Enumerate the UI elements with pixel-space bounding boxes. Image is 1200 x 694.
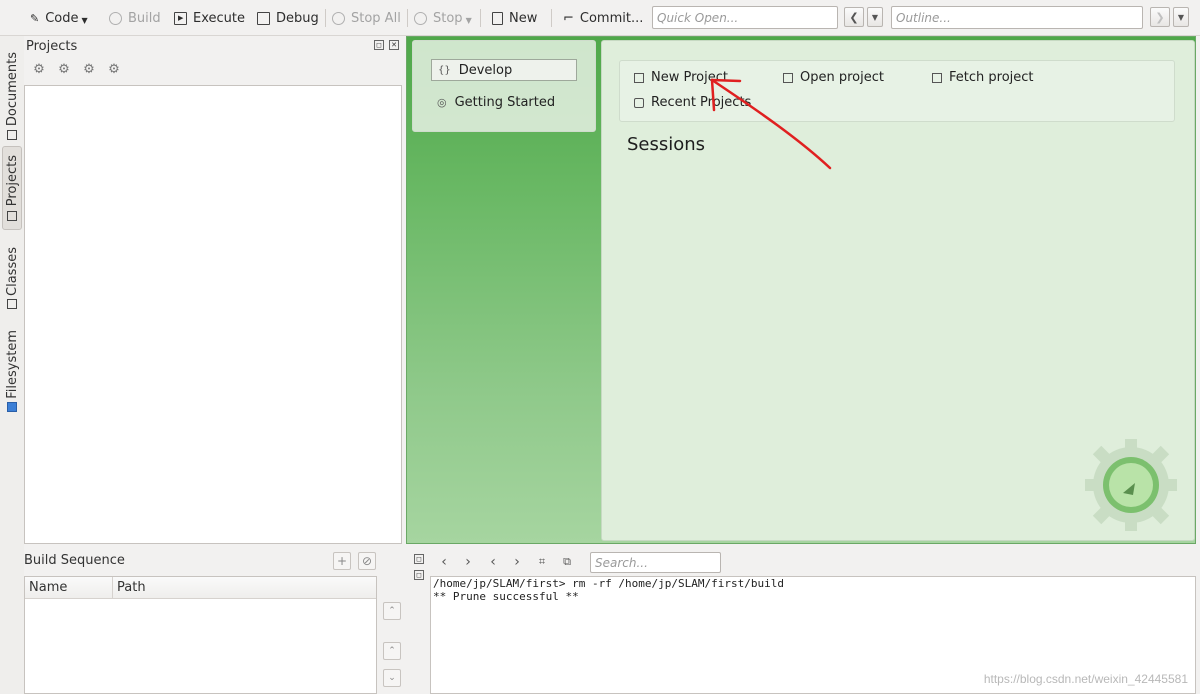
new-icon	[492, 11, 503, 25]
toolbar-divider	[407, 9, 408, 27]
move-top-icon[interactable]: ⌃	[383, 602, 401, 620]
install-project-icon[interactable]: ⚙	[57, 63, 71, 77]
back-button[interactable]: ❮	[844, 7, 864, 27]
projects-panel-title: Projects	[26, 39, 78, 54]
nav-develop[interactable]: {} Develop	[431, 59, 577, 81]
close-panel-icon[interactable]: ◻	[414, 570, 424, 580]
classes-icon	[7, 299, 17, 310]
build-project-icon[interactable]: ⚙	[32, 63, 46, 77]
documents-icon	[7, 130, 17, 141]
kdevelop-logo-icon	[1085, 439, 1177, 531]
chevron-right-icon: ❯	[1155, 10, 1165, 24]
projects-icon	[7, 210, 17, 221]
chevron-down-icon: ▼	[871, 12, 879, 22]
projects-panel: Projects ◻ ✕ ⚙ ⚙ ⚙ ⚙	[24, 36, 404, 546]
toolbar-divider	[325, 9, 326, 27]
nav-getting-started[interactable]: ◎ Getting Started	[437, 95, 555, 110]
tab-classes[interactable]: Classes	[2, 242, 22, 314]
output-search-input[interactable]	[590, 552, 721, 573]
main-toolbar: ✎ Code ▼ Build ▶ Execute Debug Stop All S…	[0, 0, 1200, 36]
build-sequence-table: Name Path	[24, 576, 377, 694]
copy-output-icon[interactable]: ⧉	[559, 554, 575, 570]
float-panel-icon[interactable]: ◻	[374, 40, 384, 50]
column-header-path[interactable]: Path	[113, 577, 376, 599]
recent-projects-button[interactable]: Recent Projects	[634, 95, 751, 110]
toolbar-divider	[480, 9, 481, 27]
add-icon[interactable]: +	[333, 552, 351, 570]
select-activated-icon[interactable]: ⌗	[534, 554, 550, 570]
quick-open-input[interactable]	[652, 6, 838, 29]
new-project-icon	[634, 72, 644, 83]
history-dropdown[interactable]: ▼	[867, 7, 883, 27]
commit-button[interactable]: ⌐ Commit...	[563, 7, 643, 29]
debug-button[interactable]: Debug	[257, 7, 319, 29]
stop-button[interactable]: Stop ▼	[414, 7, 472, 29]
code-icon: ✎	[30, 11, 40, 25]
sessions-heading: Sessions	[627, 134, 706, 155]
braces-icon: {}	[438, 64, 451, 76]
commit-icon: ⌐	[563, 10, 574, 26]
build-sequence-panel: Build Sequence + ⊘ Name Path ⌃ ⌃ ⌄	[24, 550, 406, 694]
output-line: /home/jp/SLAM/first> rm -rf /home/jp/SLA…	[433, 577, 784, 590]
fetch-project-button[interactable]: Fetch project	[932, 70, 1034, 85]
tab-documents[interactable]: Documents	[2, 46, 22, 146]
welcome-nav-box: {} Develop ◎ Getting Started	[412, 40, 596, 132]
toolbar-divider	[551, 9, 552, 27]
watermark: https://blog.csdn.net/weixin_42445581	[983, 672, 1188, 686]
stop-all-button[interactable]: Stop All	[332, 7, 401, 29]
outline-dropdown[interactable]: ▼	[1173, 7, 1189, 27]
last-item-icon[interactable]: ›	[509, 554, 525, 570]
project-actions-box: New Project Open project Fetch project R…	[619, 60, 1175, 122]
open-project-button[interactable]: Open project	[783, 70, 884, 85]
projects-toolbar: ⚙ ⚙ ⚙ ⚙	[32, 63, 121, 77]
recent-projects-icon	[634, 97, 644, 108]
execute-icon: ▶	[174, 11, 187, 25]
build-button[interactable]: Build	[109, 7, 161, 29]
move-up-icon[interactable]: ⌃	[383, 642, 401, 660]
execute-button[interactable]: ▶ Execute	[174, 7, 245, 29]
first-item-icon[interactable]: ‹	[436, 554, 452, 570]
build-sequence-title: Build Sequence	[24, 553, 125, 568]
tab-filesystem[interactable]: Filesystem	[2, 326, 22, 416]
configure-project-icon[interactable]: ⚙	[107, 63, 121, 77]
filesystem-icon	[7, 402, 17, 413]
output-line: ** Prune successful **	[433, 590, 579, 603]
side-tab-strip: Documents Projects Classes Filesystem	[0, 36, 24, 694]
welcome-page: {} Develop ◎ Getting Started New Project…	[406, 36, 1196, 544]
stop-all-icon	[332, 11, 345, 25]
move-down-icon[interactable]: ⌄	[383, 669, 401, 687]
chevron-down-icon: ▼	[465, 15, 472, 25]
stop-icon	[414, 11, 427, 25]
tab-projects[interactable]: Projects	[2, 146, 22, 230]
chevron-down-icon: ▼	[1177, 12, 1185, 22]
close-panel-icon[interactable]: ✕	[389, 40, 399, 50]
projects-tree[interactable]	[24, 85, 402, 544]
fetch-project-icon	[932, 72, 942, 83]
remove-icon[interactable]: ⊘	[358, 552, 376, 570]
outline-input[interactable]	[891, 6, 1143, 29]
float-panel-icon[interactable]: ◻	[414, 554, 424, 564]
chevron-down-icon: ▼	[81, 15, 88, 25]
open-project-icon	[783, 72, 793, 83]
previous-item-icon[interactable]: ‹	[485, 554, 501, 570]
new-button[interactable]: New	[492, 7, 537, 29]
clean-project-icon[interactable]: ⚙	[82, 63, 96, 77]
code-button[interactable]: ✎ Code ▼	[30, 7, 88, 29]
debug-icon	[257, 11, 270, 25]
new-project-button[interactable]: New Project	[634, 70, 728, 85]
next-item-icon[interactable]: ›	[460, 554, 476, 570]
chevron-left-icon: ❮	[849, 10, 859, 24]
help-icon: ◎	[437, 96, 447, 109]
column-header-name[interactable]: Name	[25, 577, 113, 599]
build-icon	[109, 11, 122, 25]
forward-button[interactable]: ❯	[1150, 7, 1170, 27]
